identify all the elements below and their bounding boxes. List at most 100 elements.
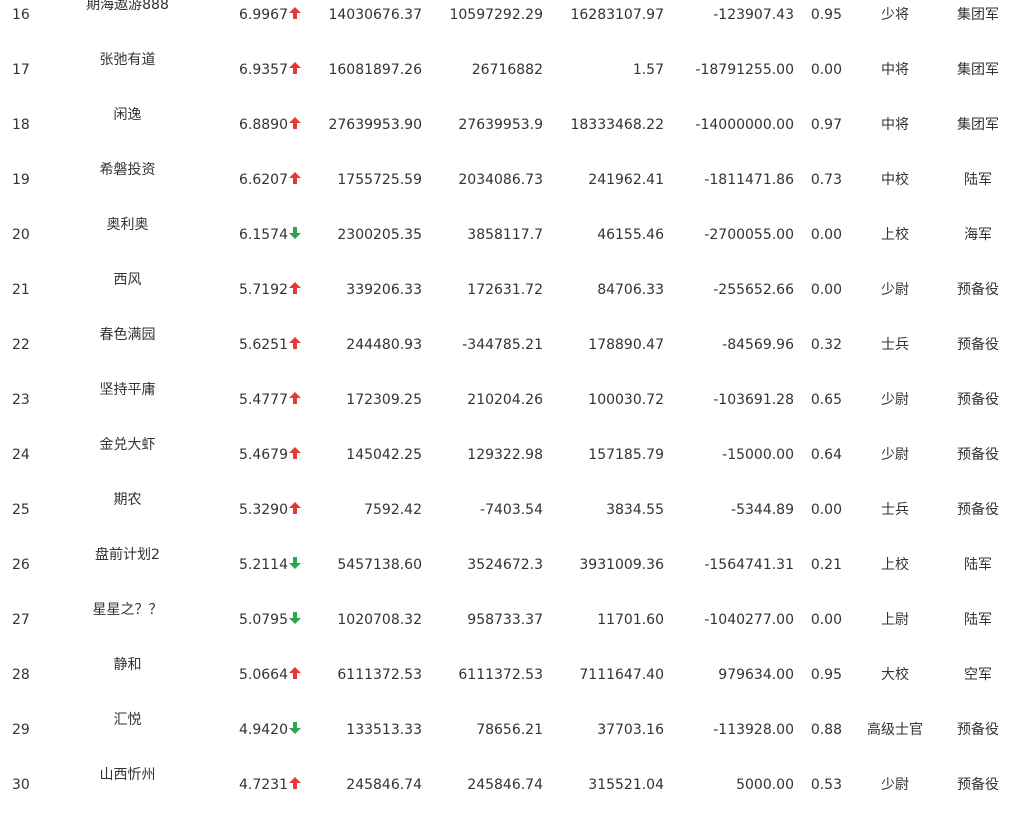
account-name-link[interactable]: 坚持平庸 xyxy=(70,373,185,428)
table-row[interactable]: 29 汇悦 4.9420 133513.33 78656.21 37703.16 -1139… xyxy=(0,703,1012,758)
trend-cell xyxy=(287,703,303,758)
value-cell-4: -1811471.86 xyxy=(704,172,794,188)
table-row[interactable]: 26 盘前计划2 5.2114 5457138.60 3524672.3 3931009.… xyxy=(0,538,1012,593)
account-name-link[interactable]: 春色满园 xyxy=(70,318,185,373)
arrow-up-icon xyxy=(289,282,301,294)
arrow-up-icon xyxy=(289,117,301,129)
value-cell-4: -2700055.00 xyxy=(704,227,794,243)
score-cell: 6.6207 xyxy=(239,172,288,188)
military-rank-cell: 高级士官 xyxy=(867,722,923,738)
account-name-link[interactable]: 西风 xyxy=(70,263,185,318)
value-cell-1: 7592.42 xyxy=(364,502,422,518)
arrow-up-icon xyxy=(289,172,301,184)
value-cell-3: 3834.55 xyxy=(606,502,664,518)
value-cell-4: -113928.00 xyxy=(713,722,794,738)
ratio-cell: 0.64 xyxy=(810,447,842,463)
corps-cell: 陆军 xyxy=(964,557,992,573)
account-name-link[interactable]: 盘前计划2 xyxy=(70,538,185,593)
value-cell-2: 78656.21 xyxy=(476,722,543,738)
corps-cell: 预备役 xyxy=(957,447,999,463)
military-rank-cell: 中校 xyxy=(881,172,909,188)
account-name-link[interactable]: 金兑大虾 xyxy=(70,428,185,483)
ratio-cell: 0.00 xyxy=(810,612,842,628)
value-cell-2: -7403.54 xyxy=(480,502,543,518)
trend-cell xyxy=(287,208,303,263)
value-cell-4: -5344.89 xyxy=(731,502,794,518)
corps-cell: 陆军 xyxy=(964,172,992,188)
score-cell: 5.0664 xyxy=(239,667,288,683)
corps-cell: 集团军 xyxy=(957,117,999,133)
value-cell-1: 339206.33 xyxy=(346,282,422,298)
arrow-up-icon xyxy=(289,447,301,459)
account-name-link[interactable]: 星星之？？ xyxy=(70,593,185,648)
account-name-link[interactable]: 静和 xyxy=(70,648,185,703)
account-name-link[interactable]: 闲逸 xyxy=(70,98,185,153)
value-cell-2: 129322.98 xyxy=(467,447,543,463)
account-name-link[interactable]: 希磐投资 xyxy=(70,153,185,208)
account-name-link[interactable]: 汇悦 xyxy=(70,703,185,758)
value-cell-1: 5457138.60 xyxy=(337,557,422,573)
table-row[interactable]: 28 静和 5.0664 6111372.53 6111372.53 7111647.40… xyxy=(0,648,1012,703)
value-cell-1: 2300205.35 xyxy=(337,227,422,243)
corps-cell: 集团军 xyxy=(957,7,999,23)
account-name-link[interactable]: 期海遨游888 xyxy=(70,0,185,43)
table-row[interactable]: 21 西风 5.7192 339206.33 172631.72 84706.33 -255… xyxy=(0,263,1012,318)
trend-cell xyxy=(287,373,303,428)
military-rank-cell: 少尉 xyxy=(881,447,909,463)
corps-cell: 预备役 xyxy=(957,722,999,738)
account-name-link[interactable]: 奥利奥 xyxy=(70,208,185,263)
value-cell-3: 7111647.40 xyxy=(579,667,664,683)
table-row[interactable]: 24 金兑大虾 5.4679 145042.25 129322.98 157185.79 -… xyxy=(0,428,1012,483)
table-row[interactable]: 22 春色满园 5.6251 244480.93 -344785.21 178890.47… xyxy=(0,318,1012,373)
table-row[interactable]: 23 坚持平庸 5.4777 172309.25 210204.26 100030.72 -… xyxy=(0,373,1012,428)
table-row[interactable]: 19 希磐投资 6.6207 1755725.59 2034086.73 241962.4… xyxy=(0,153,1012,208)
value-cell-2: -344785.21 xyxy=(462,337,543,353)
score-cell: 5.2114 xyxy=(239,557,288,573)
value-cell-3: 3931009.36 xyxy=(579,557,664,573)
value-cell-2: 2034086.73 xyxy=(458,172,543,188)
table-row[interactable]: 25 期农 5.3290 7592.42 -7403.54 3834.55 -5344.89… xyxy=(0,483,1012,538)
table-row[interactable]: 18 闲逸 6.8890 27639953.90 27639953.9 18333468.… xyxy=(0,98,1012,153)
military-rank-cell: 上校 xyxy=(881,227,909,243)
ratio-cell: 0.00 xyxy=(810,282,842,298)
arrow-up-icon xyxy=(289,7,301,19)
trend-cell xyxy=(287,263,303,318)
value-cell-3: 11701.60 xyxy=(597,612,664,628)
score-cell: 5.4679 xyxy=(239,447,288,463)
arrow-up-icon xyxy=(289,392,301,404)
account-name-link[interactable]: 张弛有道 xyxy=(70,43,185,98)
value-cell-2: 958733.37 xyxy=(467,612,543,628)
corps-cell: 集团军 xyxy=(957,62,999,78)
trend-cell xyxy=(287,648,303,703)
value-cell-3: 178890.47 xyxy=(588,337,664,353)
value-cell-4: -14000000.00 xyxy=(695,117,794,133)
table-row[interactable]: 27 星星之？？ 5.0795 1020708.32 958733.37 11701.60… xyxy=(0,593,1012,648)
score-cell: 6.8890 xyxy=(239,117,288,133)
score-cell: 5.7192 xyxy=(239,282,288,298)
table-row[interactable]: 20 奥利奥 6.1574 2300205.35 3858117.7 46155.46 -2… xyxy=(0,208,1012,263)
value-cell-2: 3858117.7 xyxy=(467,227,543,243)
account-name-link[interactable]: 期农 xyxy=(70,483,185,538)
table-row[interactable]: 17 张弛有道 6.9357 16081897.26 26716882 1.57 -1879… xyxy=(0,43,1012,98)
value-cell-1: 1020708.32 xyxy=(337,612,422,628)
ratio-cell: 0.97 xyxy=(810,117,842,133)
value-cell-1: 145042.25 xyxy=(346,447,422,463)
rank-cell: 21 xyxy=(12,282,30,298)
corps-cell: 预备役 xyxy=(957,282,999,298)
value-cell-1: 16081897.26 xyxy=(328,62,422,78)
trend-cell xyxy=(287,318,303,373)
value-cell-2: 210204.26 xyxy=(467,392,543,408)
arrow-up-icon xyxy=(289,777,301,789)
value-cell-4: -1040277.00 xyxy=(704,612,794,628)
table-row[interactable]: 16 期海遨游888 6.9967 14030676.37 10597292.29 162… xyxy=(0,0,1012,43)
ranking-table: 16 期海遨游888 6.9967 14030676.37 10597292.29 162… xyxy=(0,0,1012,813)
corps-cell: 空军 xyxy=(964,667,992,683)
trend-cell xyxy=(287,98,303,153)
arrow-up-icon xyxy=(289,667,301,679)
military-rank-cell: 少尉 xyxy=(881,282,909,298)
military-rank-cell: 士兵 xyxy=(881,502,909,518)
score-cell: 6.9967 xyxy=(239,7,288,23)
value-cell-3: 84706.33 xyxy=(597,282,664,298)
rank-cell: 19 xyxy=(12,172,30,188)
value-cell-4: 979634.00 xyxy=(718,667,794,683)
